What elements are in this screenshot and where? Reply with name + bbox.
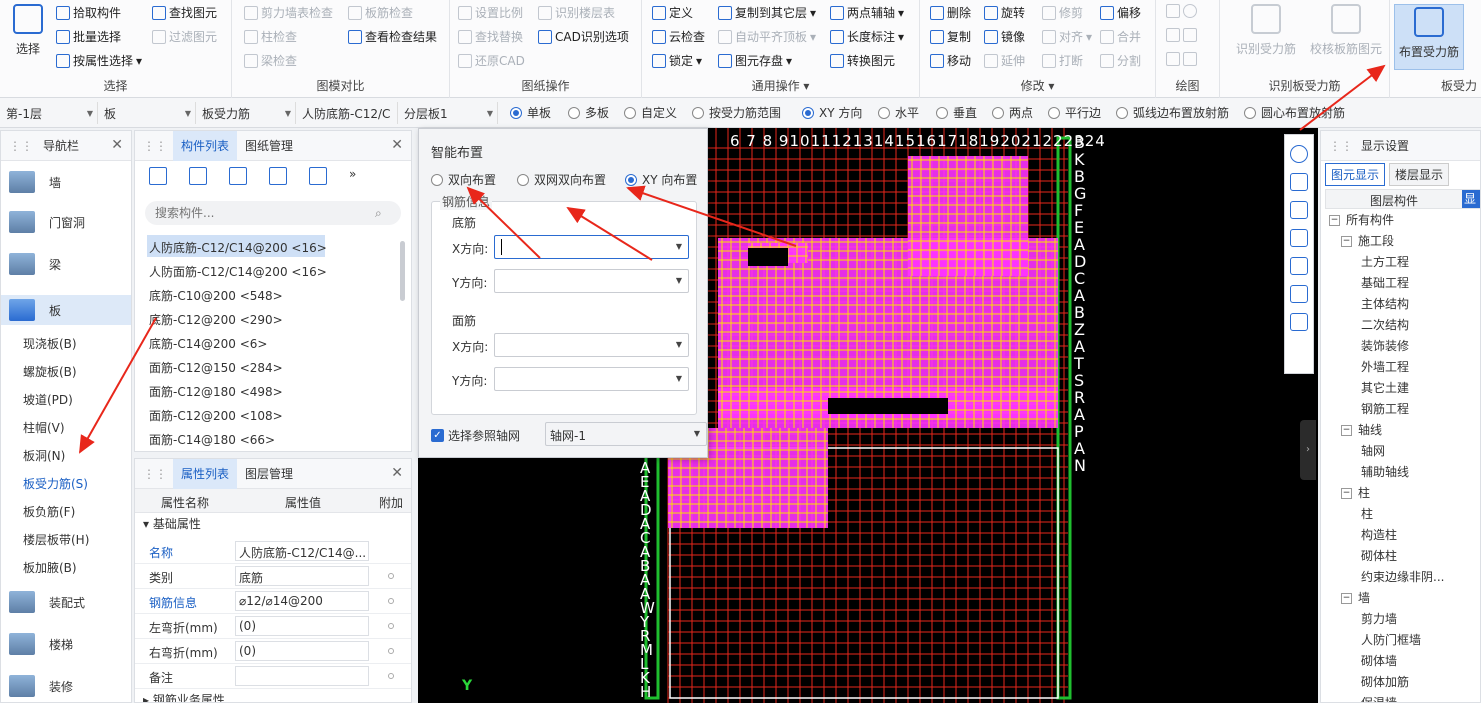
arrow-to-slab-rebar — [79, 317, 157, 454]
arrow-to-two-way — [466, 186, 541, 259]
arrow-to-double-net — [566, 206, 653, 261]
arrow-to-place-rebar — [1299, 64, 1386, 131]
arrow-to-xy-layout — [626, 185, 797, 247]
annotation-arrows — [79, 64, 1386, 454]
